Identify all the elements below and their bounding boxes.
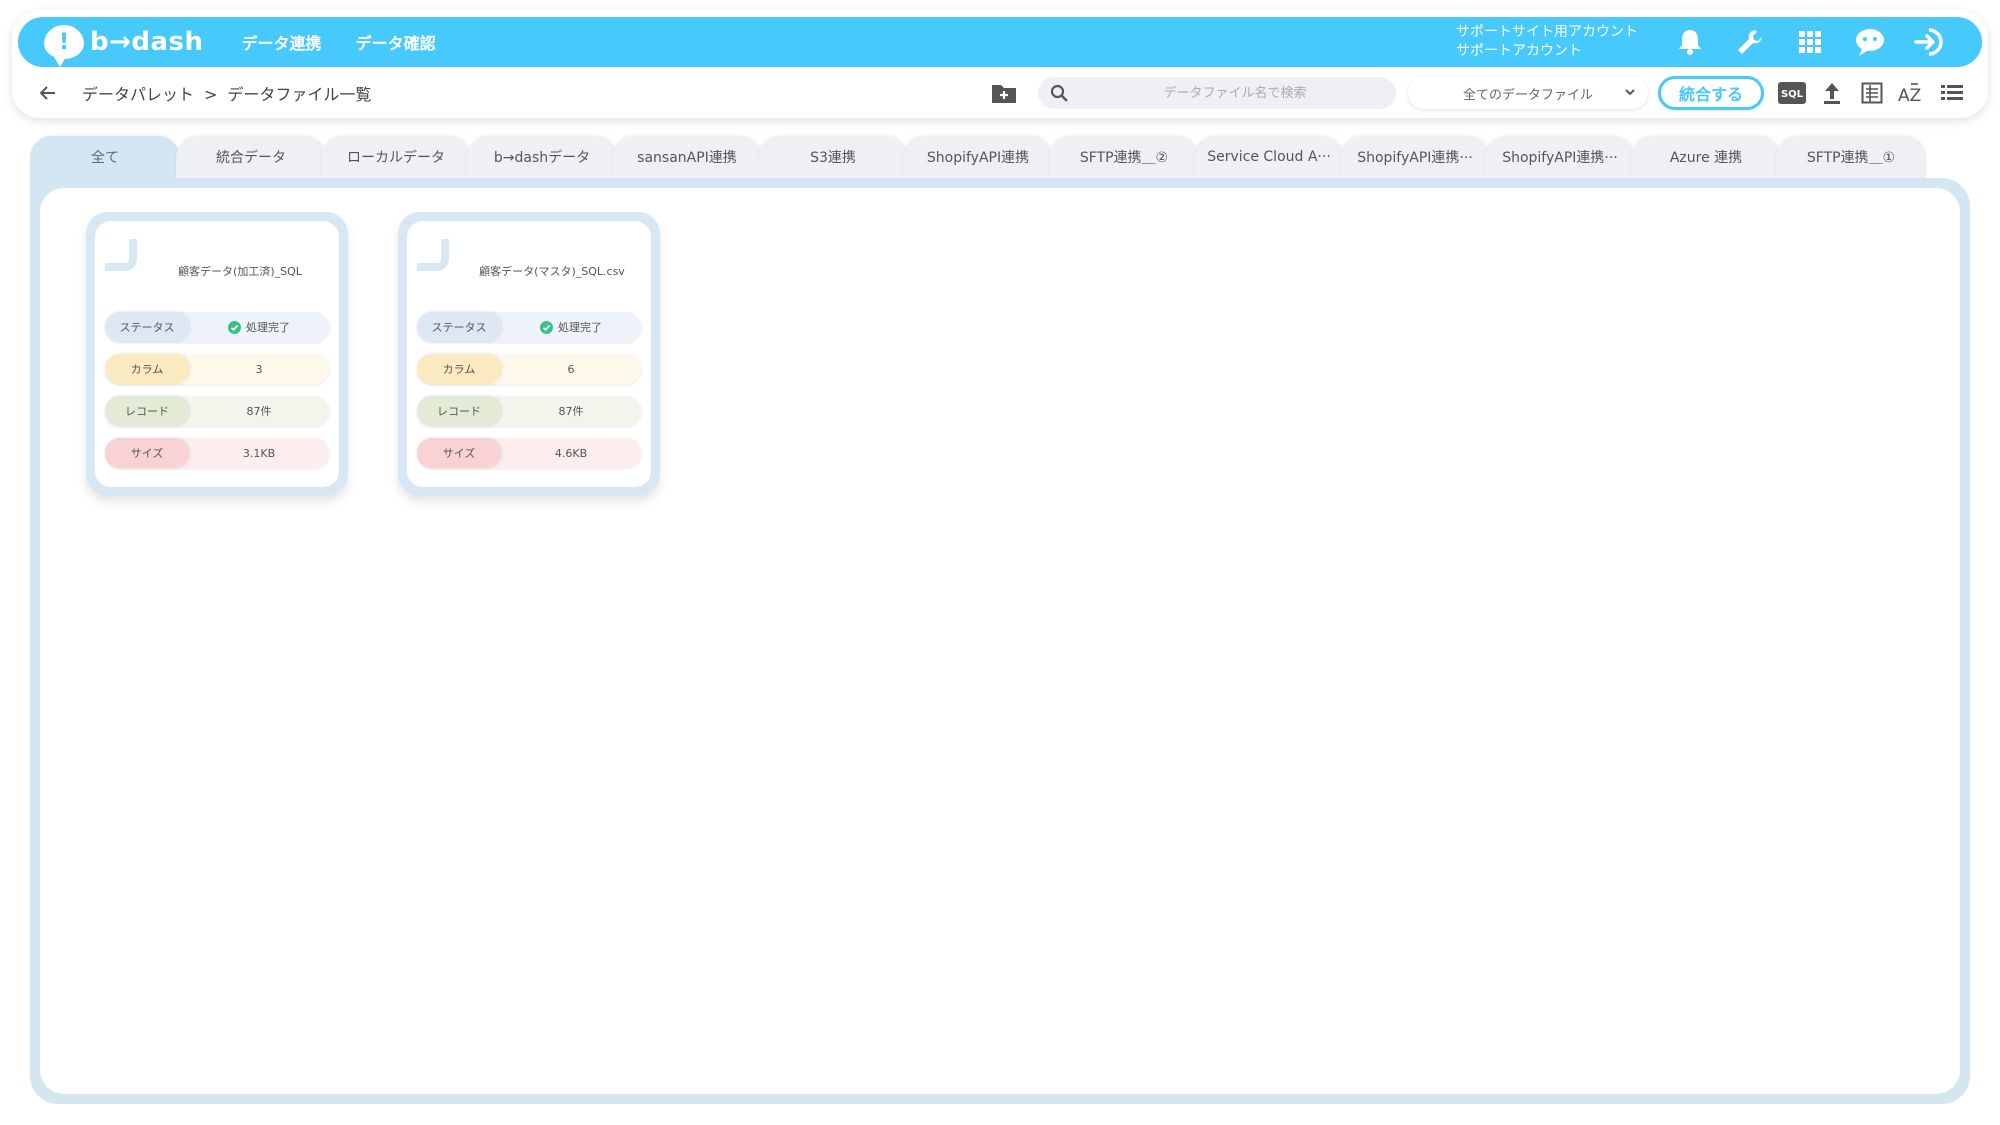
file-corner-icon — [415, 237, 453, 275]
column-row: カラム 6 — [417, 354, 641, 384]
tab-shopify-api-2[interactable]: ShopifyAPI連携··· — [1340, 136, 1490, 178]
breadcrumb: データパレット > データファイル一覧 — [82, 81, 371, 105]
file-card[interactable]: 顧客データ(加工済)_SQL ステータス 処理完了 カラム 3 レコード 87件 — [86, 212, 348, 496]
tab-service-cloud[interactable]: Service Cloud A··· — [1194, 136, 1344, 178]
check-circle-icon — [540, 320, 553, 334]
file-card-body: 顧客データ(マスタ)_SQL.csv ステータス 処理完了 カラム 6 レコード… — [407, 221, 651, 487]
record-row: レコード 87件 — [105, 396, 329, 426]
status-text: 処理完了 — [246, 321, 290, 334]
sql-icon[interactable]: SQL — [1778, 79, 1806, 107]
breadcrumb-current: データファイル一覧 — [227, 85, 372, 104]
folder-add-icon[interactable] — [990, 79, 1018, 107]
tab-shopify-api-1[interactable]: ShopifyAPI連携 — [903, 136, 1053, 178]
account-site-name: サポートサイト用アカウント — [1456, 24, 1638, 40]
column-row: カラム 3 — [105, 354, 329, 384]
content-panel: 顧客データ(加工済)_SQL ステータス 処理完了 カラム 3 レコード 87件 — [30, 178, 1970, 1104]
logo-mark: ! — [58, 29, 70, 55]
column-label: カラム — [417, 354, 501, 384]
tab-azure[interactable]: Azure 連携 — [1631, 136, 1781, 178]
record-label: レコード — [105, 396, 189, 426]
tab-s3[interactable]: S3連携 — [758, 136, 908, 178]
merge-button[interactable]: 統合する — [1658, 76, 1764, 110]
column-value: 6 — [567, 362, 575, 376]
sub-toolbar: データパレット > データファイル一覧 全てのデータファイル 統合する SQL — [12, 70, 1988, 116]
tab-sansan-api[interactable]: sansanAPI連携 — [612, 136, 762, 178]
file-name: 顧客データ(加工済)_SQL — [178, 265, 302, 278]
size-value: 4.6KB — [554, 446, 588, 460]
account-info[interactable]: サポートサイト用アカウント サポートアカウント — [1456, 23, 1638, 61]
column-label: カラム — [105, 354, 189, 384]
file-name: 顧客データ(マスタ)_SQL.csv — [479, 265, 625, 278]
chat-character-icon[interactable] — [1852, 24, 1888, 60]
record-value: 87件 — [558, 405, 584, 418]
size-row: サイズ 4.6KB — [417, 438, 641, 468]
search-icon — [1050, 84, 1068, 102]
record-label: レコード — [417, 396, 501, 426]
breadcrumb-separator: > — [204, 85, 218, 104]
file-card-body: 顧客データ(加工済)_SQL ステータス 処理完了 カラム 3 レコード 87件 — [95, 221, 339, 487]
size-label: サイズ — [105, 438, 189, 468]
header: ! b→dash データ連携 データ確認 サポートサイト用アカウント サポートア… — [12, 10, 1988, 118]
status-label: ステータス — [417, 312, 501, 342]
tab-all[interactable]: 全て — [30, 136, 180, 178]
wrench-icon[interactable] — [1732, 24, 1768, 60]
source-tabs: 全て 統合データ ローカルデータ b→dashデータ sansanAPI連携 S… — [30, 136, 1930, 178]
size-label: サイズ — [417, 438, 501, 468]
status-label: ステータス — [105, 312, 189, 342]
nav-data-link[interactable]: データ連携 — [242, 30, 322, 54]
logo[interactable]: ! b→dash — [44, 17, 204, 67]
grid-apps-icon[interactable] — [1792, 24, 1828, 60]
list-detail-icon[interactable] — [1858, 79, 1886, 107]
search-input[interactable] — [1074, 78, 1396, 108]
bell-icon[interactable] — [1672, 24, 1708, 60]
file-corner-icon — [103, 237, 141, 275]
tab-local-data[interactable]: ローカルデータ — [321, 136, 471, 178]
status-value: 処理完了 — [189, 319, 329, 335]
logo-text: b→dash — [90, 27, 204, 57]
status-row: ステータス 処理完了 — [105, 312, 329, 342]
size-value: 3.1KB — [242, 446, 276, 460]
check-circle-icon — [228, 320, 241, 334]
file-card[interactable]: 顧客データ(マスタ)_SQL.csv ステータス 処理完了 カラム 6 レコード… — [398, 212, 660, 496]
sort-az-icon[interactable]: AZ — [1898, 79, 1926, 107]
data-file-filter-select[interactable]: 全てのデータファイル — [1408, 77, 1648, 109]
file-grid: 顧客データ(加工済)_SQL ステータス 処理完了 カラム 3 レコード 87件 — [40, 188, 1960, 1094]
logout-icon[interactable] — [1912, 24, 1948, 60]
sort-az-label: AZ — [1898, 86, 1921, 105]
column-value: 3 — [255, 362, 263, 376]
nav-data-check[interactable]: データ確認 — [356, 30, 436, 54]
record-value: 87件 — [246, 405, 272, 418]
size-row: サイズ 3.1KB — [105, 438, 329, 468]
tab-bdash-data[interactable]: b→dashデータ — [467, 136, 617, 178]
top-nav-bar: ! b→dash データ連携 データ確認 サポートサイト用アカウント サポートア… — [18, 17, 1982, 67]
breadcrumb-parent[interactable]: データパレット — [82, 85, 194, 104]
tab-sftp-1[interactable]: SFTP連携＿① — [1776, 136, 1926, 178]
account-user-name: サポートアカウント — [1456, 43, 1582, 59]
tab-shopify-api-3[interactable]: ShopifyAPI連携··· — [1485, 136, 1635, 178]
chevron-down-icon — [1624, 86, 1636, 102]
search-box — [1038, 77, 1396, 109]
filter-selected-value: 全てのデータファイル — [1462, 87, 1593, 103]
tab-merged-data[interactable]: 統合データ — [176, 136, 326, 178]
back-arrow-icon[interactable] — [40, 83, 60, 103]
status-text: 処理完了 — [558, 321, 602, 334]
tab-sftp-2[interactable]: SFTP連携＿② — [1049, 136, 1199, 178]
sql-icon-label: SQL — [1781, 89, 1804, 100]
logo-bubble-icon: ! — [44, 25, 84, 67]
record-row: レコード 87件 — [417, 396, 641, 426]
upload-icon[interactable] — [1818, 79, 1846, 107]
list-view-icon[interactable] — [1938, 79, 1966, 107]
status-value: 処理完了 — [501, 319, 641, 335]
status-row: ステータス 処理完了 — [417, 312, 641, 342]
